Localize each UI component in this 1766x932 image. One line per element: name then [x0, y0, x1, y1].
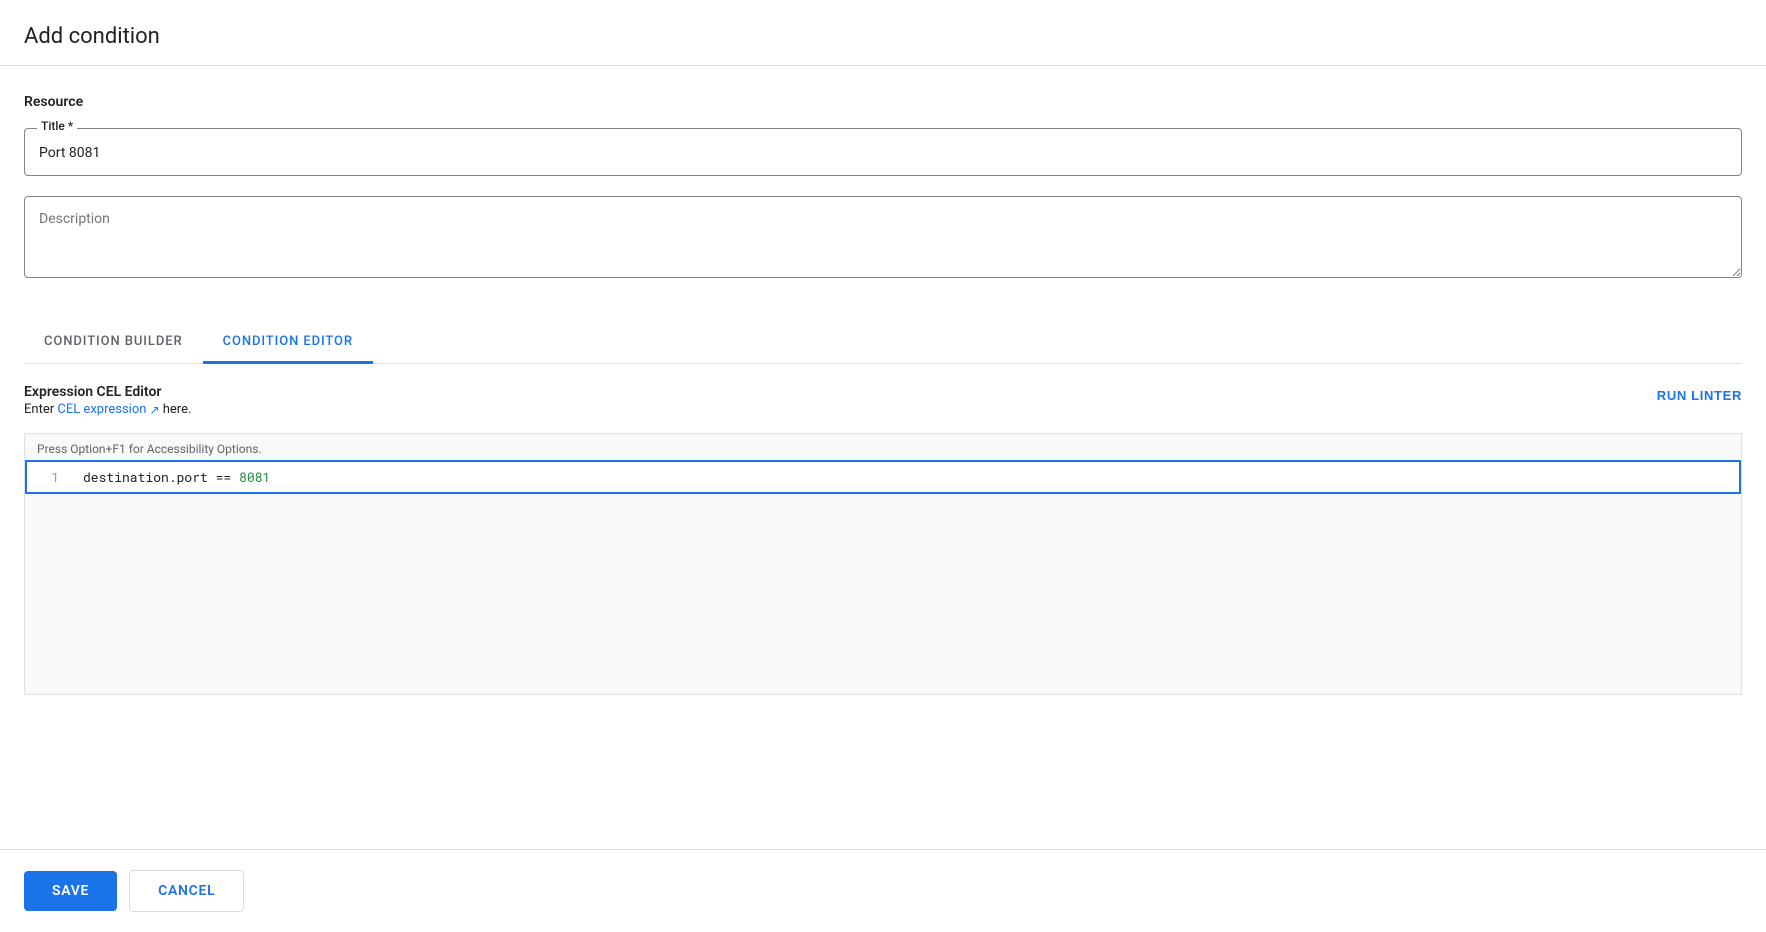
expression-title: Expression CEL Editor: [24, 384, 191, 400]
cancel-button[interactable]: CANCEL: [129, 870, 244, 912]
title-field-label: Title *: [37, 119, 77, 133]
footer: SAVE CANCEL: [0, 849, 1766, 932]
cel-expression-link[interactable]: CEL expression↗: [57, 402, 159, 417]
line-number-1: 1: [27, 468, 75, 486]
description-textarea[interactable]: [25, 197, 1741, 277]
resource-label: Resource: [24, 94, 1742, 110]
code-editor-area: Press Option+F1 for Accessibility Option…: [24, 433, 1742, 695]
header-divider: [0, 65, 1766, 66]
expression-header-row: Expression CEL Editor Enter CEL expressi…: [24, 384, 1742, 417]
run-linter-button[interactable]: RUN LINTER: [1657, 384, 1742, 407]
expression-left: Expression CEL Editor Enter CEL expressi…: [24, 384, 191, 417]
tabs-container: CONDITION BUILDER CONDITION EDITOR: [24, 322, 1742, 364]
page-title: Add condition: [24, 24, 1742, 49]
description-field-group: [24, 196, 1742, 278]
tab-condition-builder[interactable]: CONDITION BUILDER: [24, 322, 203, 364]
page-container: Add condition Resource Title * CONDITION…: [0, 0, 1766, 932]
code-number: 8081: [239, 468, 270, 486]
code-editor-empty-space: [25, 494, 1741, 694]
title-input[interactable]: [25, 129, 1741, 175]
title-field-wrapper: Title *: [24, 128, 1742, 176]
code-content-1: destination.port == 8081: [75, 468, 1739, 486]
expression-section: Expression CEL Editor Enter CEL expressi…: [24, 384, 1742, 695]
external-link-icon: ↗: [149, 403, 159, 417]
title-field-group: Title *: [24, 128, 1742, 176]
save-button[interactable]: SAVE: [24, 871, 117, 911]
accessibility-hint: Press Option+F1 for Accessibility Option…: [25, 434, 1741, 460]
code-line-1: 1 destination.port == 8081: [25, 460, 1741, 494]
expression-subtitle: Enter CEL expression↗ here.: [24, 402, 191, 417]
description-field-wrapper: [24, 196, 1742, 278]
tab-condition-editor[interactable]: CONDITION EDITOR: [203, 322, 373, 364]
